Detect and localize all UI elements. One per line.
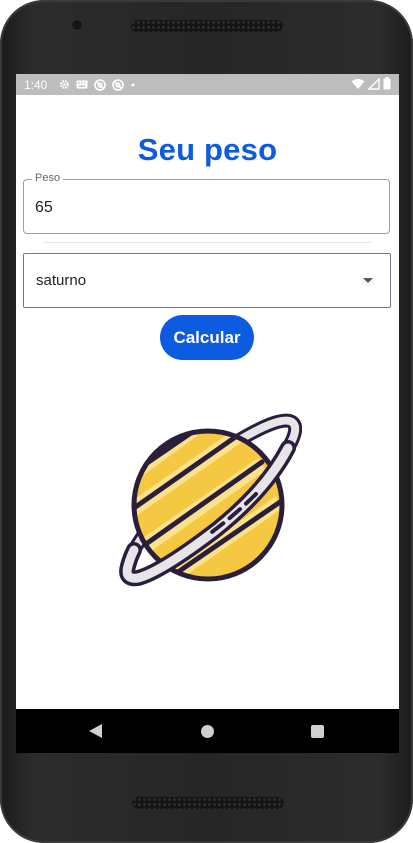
- battery-icon: [383, 77, 391, 90]
- weight-field-value[interactable]: 65: [35, 199, 53, 217]
- settings-icon: [60, 80, 70, 89]
- dropdown-arrow-icon[interactable]: [363, 278, 373, 283]
- status-bar: 1:40: [16, 74, 399, 95]
- wifi-icon: [351, 78, 365, 89]
- bottom-speaker: [132, 797, 284, 809]
- phone-frame: 1:40 Seu peso Peso 65 saturno Calcular: [0, 0, 413, 843]
- divider: [43, 242, 371, 243]
- planet-select-value: saturno: [36, 272, 87, 289]
- back-icon[interactable]: [89, 724, 102, 738]
- navigation-bar: [16, 709, 399, 753]
- status-time: 1:40: [24, 77, 48, 92]
- saturn-planet-illustration: [119, 413, 302, 587]
- planet-select[interactable]: saturno: [23, 253, 391, 308]
- home-icon[interactable]: [201, 725, 214, 738]
- keyboard-icon: [76, 80, 88, 89]
- sync-icon: [112, 78, 125, 91]
- recents-icon[interactable]: [311, 725, 324, 738]
- status-right-icons: [351, 77, 391, 90]
- front-camera: [72, 20, 82, 30]
- weight-field[interactable]: Peso 65: [23, 172, 390, 234]
- screen: 1:40 Seu peso Peso 65 saturno Calcular: [16, 74, 399, 753]
- dot-icon: [131, 83, 135, 86]
- top-speaker: [131, 20, 283, 32]
- calculate-button[interactable]: Calcular: [160, 315, 254, 360]
- signal-icon: [368, 77, 380, 90]
- weight-field-label: Peso: [32, 172, 64, 184]
- status-left-icons: [59, 78, 136, 91]
- sync-icon: [94, 78, 107, 91]
- page-title: Seu peso: [137, 132, 278, 167]
